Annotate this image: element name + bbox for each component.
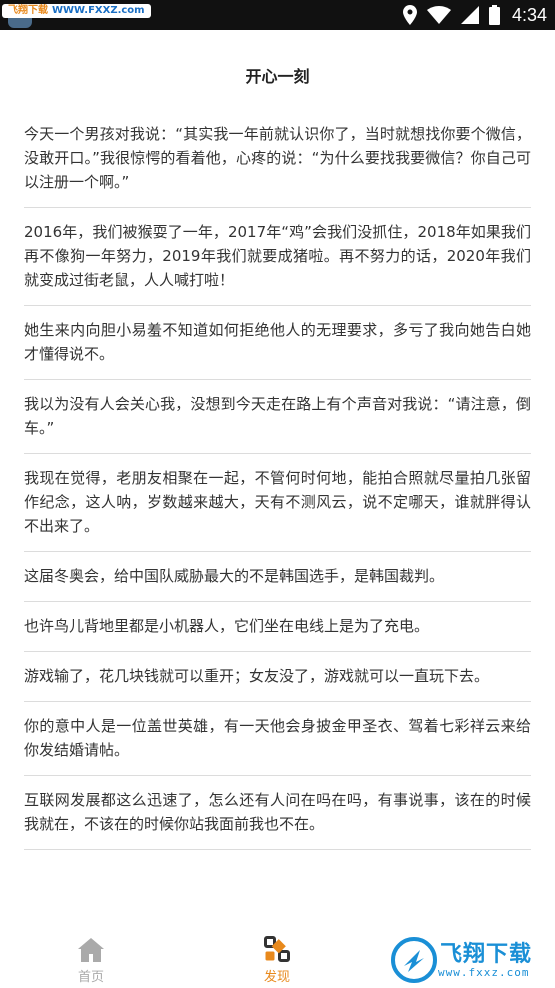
joke-text: 你的意中人是一位盖世英雄，有一天他会身披金甲圣衣、驾着七彩祥云来给你发结婚请帖。 [24,717,531,759]
watermark-badge: 飞翔下载 WWW.FXXZ.com [2,4,151,18]
tab-discover[interactable]: 发现 [222,926,332,988]
joke-text: 今天一个男孩对我说：“其实我一年前就认识你了，当时就想找你要个微信，没敢开口。”… [24,125,531,191]
watermark-overlay: 飞翔下载 www.fxxz.com [388,932,555,988]
watermark-text: 飞翔下载 [440,942,533,967]
location-icon [402,5,417,25]
joke-item[interactable]: 你的意中人是一位盖世英雄，有一天他会身披金甲圣衣、驾着七彩祥云来给你发结婚请帖。 [24,702,531,776]
discover-icon [264,936,290,962]
joke-item[interactable]: 也许鸟儿背地里都是小机器人，它们坐在电线上是为了充电。 [24,602,531,652]
joke-item[interactable]: 她生来内向胆小易羞不知道如何拒绝他人的无理要求，多亏了我向她告白她才懂得说不。 [24,306,531,380]
watermark-site-name: 飞翔下载 [8,5,48,16]
watermark-logo-icon [391,937,437,983]
joke-text: 这届冬奥会，给中国队威胁最大的不是韩国选手，是韩国裁判。 [24,567,445,585]
status-bar: 飞翔下载 WWW.FXXZ.com 4:34 [0,0,555,30]
joke-text: 也许鸟儿背地里都是小机器人，它们坐在电线上是为了充电。 [24,617,430,635]
joke-text: 她生来内向胆小易羞不知道如何拒绝他人的无理要求，多亏了我向她告白她才懂得说不。 [24,321,531,363]
signal-icon [460,6,479,24]
joke-text: 互联网发展都这么迅速了，怎么还有人问在吗在吗，有事说事，该在的时候我就在，不该在… [24,791,531,833]
joke-item[interactable]: 我以为没有人会关心我，没想到今天走在路上有个声音对我说：“请注意，倒车。” [24,380,531,454]
joke-list: 今天一个男孩对我说：“其实我一年前就认识你了，当时就想找你要个微信，没敢开口。”… [0,110,555,850]
battery-icon [488,5,500,25]
watermark-url: www.fxxz.com [438,966,530,979]
tab-home[interactable]: 首页 [36,926,146,988]
joke-text: 我现在觉得，老朋友相聚在一起，不管何时何地，能拍合照就尽量拍几张留作纪念，这人呐… [24,469,531,535]
status-time: 4:34 [511,4,547,25]
tab-home-label: 首页 [77,970,104,985]
wifi-icon [426,6,451,24]
page-title: 开心一刻 [245,67,310,86]
joke-item[interactable]: 互联网发展都这么迅速了，怎么还有人问在吗在吗，有事说事，该在的时候我就在，不该在… [24,776,531,850]
joke-item[interactable]: 今天一个男孩对我说：“其实我一年前就认识你了，当时就想找你要个微信，没敢开口。”… [24,110,531,208]
main-content: 开心一刻 今天一个男孩对我说：“其实我一年前就认识你了，当时就想找你要个微信，没… [0,30,555,850]
joke-item[interactable]: 这届冬奥会，给中国队威胁最大的不是韩国选手，是韩国裁判。 [24,552,531,602]
home-icon [78,938,104,962]
app-notification-icon [8,18,32,28]
joke-item[interactable]: 2016年，我们被猴耍了一年，2017年“鸡”会我们没抓住，2018年如果我们再… [24,208,531,306]
joke-item[interactable]: 我现在觉得，老朋友相聚在一起，不管何时何地，能拍合照就尽量拍几张留作纪念，这人呐… [24,454,531,552]
joke-text: 2016年，我们被猴耍了一年，2017年“鸡”会我们没抓住，2018年如果我们再… [24,223,531,289]
tab-discover-label: 发现 [263,970,290,985]
joke-text: 我以为没有人会关心我，没想到今天走在路上有个声音对我说：“请注意，倒车。” [24,395,531,437]
joke-text: 游戏输了，花几块钱就可以重开；女友没了，游戏就可以一直玩下去。 [24,667,490,685]
status-icons: 4:34 [402,0,547,30]
joke-item[interactable]: 游戏输了，花几块钱就可以重开；女友没了，游戏就可以一直玩下去。 [24,652,531,702]
watermark-site-url: WWW.FXXZ.com [52,5,145,16]
